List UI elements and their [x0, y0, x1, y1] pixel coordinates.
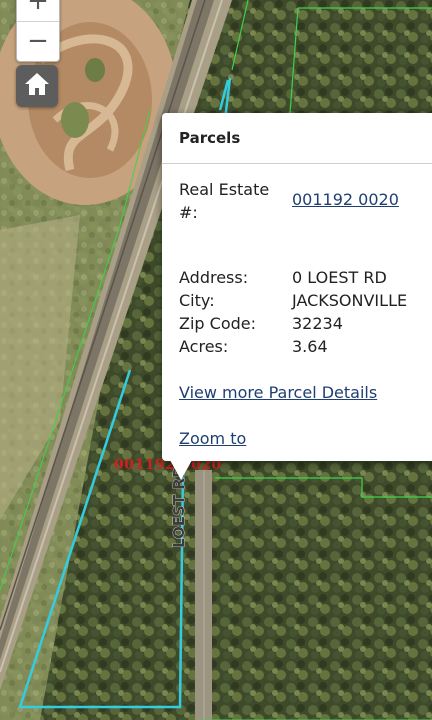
city-value: JACKSONVILLE — [292, 291, 408, 310]
zoom-in-button[interactable]: + — [17, 0, 59, 22]
zoom-controls: + − — [16, 0, 60, 62]
parcel-popup: Parcels Real Estate #: 001192 0020 Addre… — [162, 113, 432, 461]
zoom-to-link[interactable]: Zoom to — [179, 427, 246, 450]
acres-label: Acres: — [179, 337, 229, 356]
address-label: Address: — [179, 268, 249, 287]
popup-divider — [162, 163, 432, 164]
zip-code-value: 32234 — [292, 314, 343, 333]
address-value: 0 LOEST RD — [292, 268, 387, 287]
acres-value: 3.64 — [292, 337, 328, 356]
zoom-out-button[interactable]: − — [17, 21, 59, 61]
home-button[interactable] — [16, 65, 58, 107]
real-estate-label: Real Estate #: — [179, 180, 270, 222]
home-icon — [22, 70, 52, 102]
city-label: City: — [179, 291, 215, 310]
popup-pointer — [170, 460, 192, 480]
real-estate-link[interactable]: 001192 0020 — [292, 188, 399, 211]
zip-code-label: Zip Code: — [179, 314, 256, 333]
popup-title: Parcels — [179, 129, 241, 147]
view-parcel-details-link[interactable]: View more Parcel Details — [179, 381, 377, 404]
